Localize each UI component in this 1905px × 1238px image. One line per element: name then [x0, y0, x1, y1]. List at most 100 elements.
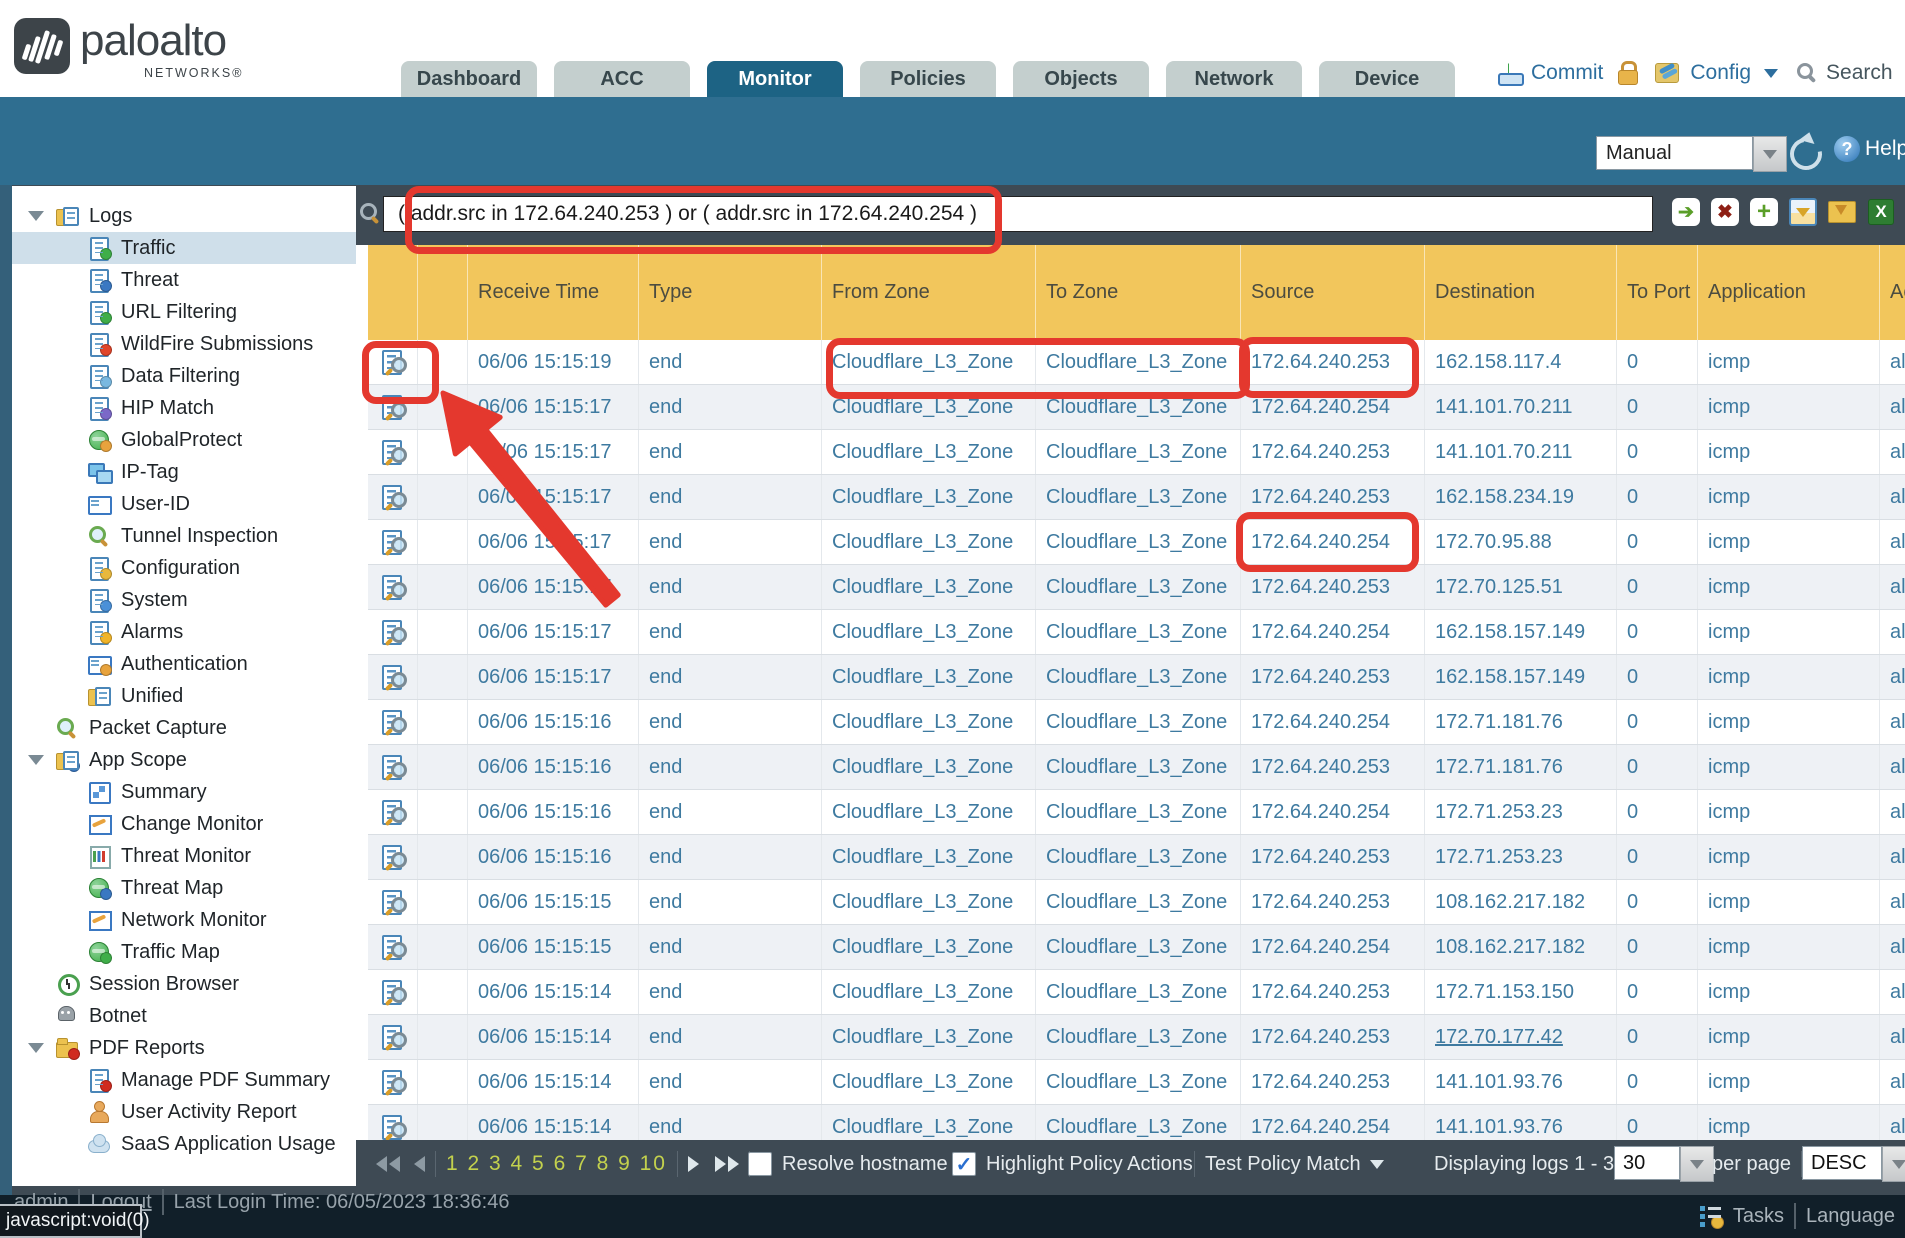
sidebar-item-app-scope[interactable]: App Scope [12, 744, 356, 776]
log-detail-icon[interactable] [381, 845, 405, 869]
config-caret-icon[interactable] [1764, 69, 1778, 78]
sidebar-item-threat[interactable]: Threat [12, 264, 356, 296]
tab-policies[interactable]: Policies [860, 61, 996, 98]
tab-device[interactable]: Device [1319, 61, 1455, 98]
expand-triangle-icon[interactable] [28, 211, 44, 221]
config-button[interactable]: Config [1690, 61, 1751, 85]
log-detail-icon[interactable] [381, 530, 405, 554]
table-row[interactable]: 06/06 15:15:15endCloudflare_L3_ZoneCloud… [368, 925, 1905, 970]
refresh-icon[interactable] [1784, 132, 1829, 177]
sidebar-item-saas-application-usage[interactable]: SaaS Application Usage [12, 1128, 356, 1160]
sidebar-item-threat-map[interactable]: Threat Map [12, 872, 356, 904]
column-header-from_zone[interactable]: From Zone [821, 245, 1035, 340]
log-detail-icon[interactable] [381, 1115, 405, 1139]
table-row[interactable]: 06/06 15:15:14endCloudflare_L3_ZoneCloud… [368, 1060, 1905, 1105]
sidebar-item-summary[interactable]: Summary [12, 776, 356, 808]
detail-cell[interactable] [368, 475, 417, 519]
add-filter-button[interactable]: + [1750, 198, 1778, 226]
resolve-hostname-checkbox[interactable] [748, 1152, 772, 1176]
sidebar-item-alarms[interactable]: Alarms [12, 616, 356, 648]
export-to-csv-button[interactable]: X [1867, 198, 1895, 226]
sidebar-item-user-activity-report[interactable]: User Activity Report [12, 1096, 356, 1128]
log-detail-icon[interactable] [381, 980, 405, 1004]
log-detail-icon[interactable] [381, 350, 405, 374]
expand-triangle-icon[interactable] [28, 1043, 44, 1053]
load-filter-button[interactable] [1828, 198, 1856, 226]
tab-acc[interactable]: ACC [554, 61, 690, 98]
table-row[interactable]: 06/06 15:15:14endCloudflare_L3_ZoneCloud… [368, 1015, 1905, 1060]
commit-button[interactable]: Commit [1531, 61, 1603, 85]
detail-cell[interactable] [368, 430, 417, 474]
sidebar-item-manage-pdf-summary[interactable]: Manage PDF Summary [12, 1064, 356, 1096]
tab-dashboard[interactable]: Dashboard [401, 61, 537, 98]
column-header-type[interactable]: Type [638, 245, 821, 340]
detail-cell[interactable] [368, 790, 417, 834]
sidebar-item-network-monitor[interactable]: Network Monitor [12, 904, 356, 936]
sidebar-item-packet-capture[interactable]: Packet Capture [12, 712, 356, 744]
detail-cell[interactable] [368, 925, 417, 969]
tasks-button[interactable]: Tasks [1733, 1205, 1784, 1228]
sidebar-item-url-filtering[interactable]: URL Filtering [12, 296, 356, 328]
help-button[interactable]: ? Help [1834, 136, 1905, 162]
table-row[interactable]: 06/06 15:15:16endCloudflare_L3_ZoneCloud… [368, 745, 1905, 790]
detail-cell[interactable] [368, 970, 417, 1014]
detail-cell[interactable] [368, 655, 417, 699]
column-header-to_port[interactable]: To Port [1616, 245, 1697, 340]
sidebar-item-session-browser[interactable]: Session Browser [12, 968, 356, 1000]
log-detail-icon[interactable] [381, 620, 405, 644]
log-detail-icon[interactable] [381, 800, 405, 824]
table-row[interactable]: 06/06 15:15:15endCloudflare_L3_ZoneCloud… [368, 880, 1905, 925]
tab-objects[interactable]: Objects [1013, 61, 1149, 98]
table-row[interactable]: 06/06 15:15:17endCloudflare_L3_ZoneCloud… [368, 565, 1905, 610]
table-row[interactable]: 06/06 15:15:17endCloudflare_L3_ZoneCloud… [368, 655, 1905, 700]
column-header-to_zone[interactable]: To Zone [1035, 245, 1240, 340]
log-detail-icon[interactable] [381, 1025, 405, 1049]
column-header-destination[interactable]: Destination [1424, 245, 1616, 340]
sidebar-item-traffic[interactable]: Traffic [12, 232, 356, 264]
sidebar-item-globalprotect[interactable]: GlobalProtect [12, 424, 356, 456]
test-policy-match-button[interactable]: Test Policy Match [1205, 1153, 1361, 1176]
tab-network[interactable]: Network [1166, 61, 1302, 98]
detail-cell[interactable] [368, 565, 417, 609]
sidebar-item-hip-match[interactable]: HIP Match [12, 392, 356, 424]
clear-filter-button[interactable]: ✖ [1711, 198, 1739, 226]
log-detail-icon[interactable] [381, 485, 405, 509]
sidebar-item-threat-monitor[interactable]: Threat Monitor [12, 840, 356, 872]
table-row[interactable]: 06/06 15:15:16endCloudflare_L3_ZoneCloud… [368, 835, 1905, 880]
table-row[interactable]: 06/06 15:15:16endCloudflare_L3_ZoneCloud… [368, 790, 1905, 835]
log-detail-icon[interactable] [381, 395, 405, 419]
table-row[interactable]: 06/06 15:15:17endCloudflare_L3_ZoneCloud… [368, 385, 1905, 430]
sidebar-item-traffic-map[interactable]: Traffic Map [12, 936, 356, 968]
column-header-receive_time[interactable]: Receive Time [467, 245, 638, 340]
table-row[interactable]: 06/06 15:15:17endCloudflare_L3_ZoneCloud… [368, 610, 1905, 655]
table-row[interactable]: 06/06 15:15:17endCloudflare_L3_ZoneCloud… [368, 475, 1905, 520]
sidebar-item-change-monitor[interactable]: Change Monitor [12, 808, 356, 840]
log-detail-icon[interactable] [381, 440, 405, 464]
log-detail-icon[interactable] [381, 935, 405, 959]
table-row[interactable]: 06/06 15:15:17endCloudflare_L3_ZoneCloud… [368, 430, 1905, 475]
expand-triangle-icon[interactable] [28, 755, 44, 765]
log-detail-icon[interactable] [381, 575, 405, 599]
tab-monitor[interactable]: Monitor [707, 61, 843, 98]
sidebar-item-data-filtering[interactable]: Data Filtering [12, 360, 356, 392]
column-header-action[interactable]: Action [1879, 245, 1905, 340]
detail-cell[interactable] [368, 385, 417, 429]
lock-icon[interactable] [1618, 61, 1638, 85]
table-row[interactable]: 06/06 15:15:19endCloudflare_L3_ZoneCloud… [368, 340, 1905, 385]
table-row[interactable]: 06/06 15:15:17endCloudflare_L3_ZoneCloud… [368, 520, 1905, 565]
table-row[interactable]: 06/06 15:15:16endCloudflare_L3_ZoneCloud… [368, 700, 1905, 745]
highlight-policy-actions-checkbox[interactable] [952, 1152, 976, 1176]
detail-cell[interactable] [368, 700, 417, 744]
first-page-button[interactable] [376, 1156, 400, 1172]
search-button[interactable]: Search [1826, 61, 1893, 85]
sidebar-item-authentication[interactable]: Authentication [12, 648, 356, 680]
detail-cell[interactable] [368, 880, 417, 924]
sidebar-item-configuration[interactable]: Configuration [12, 552, 356, 584]
detail-cell[interactable] [368, 1105, 417, 1140]
log-detail-icon[interactable] [381, 710, 405, 734]
sidebar-item-tunnel-inspection[interactable]: Tunnel Inspection [12, 520, 356, 552]
sidebar-item-system[interactable]: System [12, 584, 356, 616]
log-detail-icon[interactable] [381, 890, 405, 914]
page-number-links[interactable]: 1 2 3 4 5 6 7 8 9 10 [446, 1152, 667, 1176]
sidebar-item-ip-tag[interactable]: IP-Tag [12, 456, 356, 488]
